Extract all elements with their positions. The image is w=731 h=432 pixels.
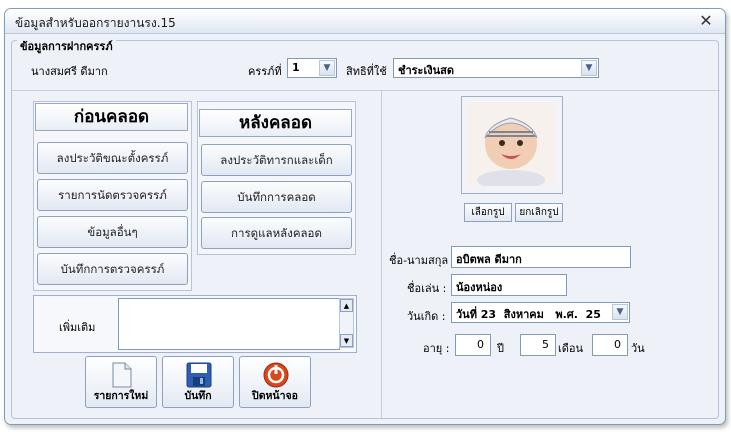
cancel-photo-button[interactable]: ยกเลิกรูป: [515, 203, 563, 222]
child-name-label: ชื่อ-นามสกุล :: [389, 254, 456, 267]
age-label: อายุ :: [423, 342, 450, 355]
memo-panel: เพิ่มเติม ▲ ▼: [33, 295, 357, 353]
rights-label: สิทธิที่ใช้: [346, 65, 387, 78]
close-screen-button[interactable]: ปิดหน้าจอ: [239, 356, 311, 408]
nickname-label: ชื่อเล่น :: [407, 282, 447, 295]
after-birth-title: หลังคลอด: [199, 109, 352, 137]
pregnancy-value: 1: [292, 61, 300, 74]
rights-value: ชำระเงินสด: [398, 64, 454, 77]
save-label: บันทึก: [184, 390, 212, 402]
new-record-button[interactable]: รายการใหม่: [85, 356, 157, 408]
days-unit: วัน: [631, 342, 645, 355]
chevron-down-icon[interactable]: ▼: [319, 60, 335, 76]
close-screen-label: ปิดหน้าจอ: [252, 390, 298, 402]
postpartum-care-button[interactable]: การดูแลหลังคลอด: [201, 217, 352, 249]
infant-history-button[interactable]: ลงประวัติทารกและเด็ก: [201, 144, 352, 176]
delivery-record-button[interactable]: บันทึกการคลอด: [201, 181, 352, 213]
baby-photo: [467, 102, 555, 186]
close-icon[interactable]: ✕: [697, 12, 715, 30]
new-record-label: รายการใหม่: [93, 390, 149, 402]
birthdate-picker[interactable]: วันที่ 23 สิงหาคม พ.ศ. 25 ▼: [451, 302, 630, 323]
memo-label: เพิ่มเติม: [59, 321, 96, 334]
chevron-down-icon[interactable]: ▼: [612, 304, 628, 320]
save-button[interactable]: บันทึก: [162, 356, 234, 408]
pregnancy-label: ครรภ์ที่: [248, 65, 282, 78]
title-bar[interactable]: ข้อมูลสำหรับออกรายงานรง.15 ✕: [5, 9, 725, 34]
memo-textarea[interactable]: [118, 298, 340, 350]
vertical-divider: [381, 90, 382, 418]
prenatal-appointments-button[interactable]: รายการนัดตรวจครรภ์: [37, 179, 188, 211]
horizontal-divider: [12, 90, 720, 91]
memo-scrollbar[interactable]: ▲ ▼: [339, 298, 354, 348]
power-icon: [263, 362, 289, 388]
age-years-field[interactable]: 0: [455, 334, 491, 356]
prenatal-history-button[interactable]: ลงประวัติขณะตั้งครรภ์: [37, 142, 188, 174]
before-birth-title: ก่อนคลอด: [35, 103, 188, 131]
chevron-down-icon[interactable]: ▼: [581, 60, 597, 76]
nickname-field[interactable]: น้องหน่อง: [451, 274, 567, 296]
choose-photo-button[interactable]: เลือกรูป: [464, 203, 512, 222]
document-icon: [112, 362, 132, 388]
group-title: ข้อมูลการฝากครรภ์: [17, 37, 116, 55]
pregnancy-select[interactable]: 1 ▼: [287, 58, 337, 78]
mother-name: นางสมศรี ดีมาก: [31, 65, 108, 78]
other-info-button[interactable]: ข้อมูลอื่นๆ: [37, 216, 188, 248]
age-months-field[interactable]: 5: [520, 334, 556, 356]
scroll-up-icon[interactable]: ▲: [340, 299, 353, 312]
birthdate-label: วันเกิด :: [407, 310, 446, 323]
age-days-field[interactable]: 0: [592, 334, 628, 356]
birthdate-value: วันที่ 23 สิงหาคม พ.ศ. 25: [456, 308, 601, 321]
floppy-disk-icon: [186, 362, 212, 388]
child-photo-frame: [461, 96, 563, 194]
window-title: ข้อมูลสำหรับออกรายงานรง.15: [15, 16, 176, 30]
scroll-down-icon[interactable]: ▼: [340, 334, 353, 347]
rights-select[interactable]: ชำระเงินสด ▼: [393, 58, 599, 78]
months-unit: เดือน: [558, 342, 584, 355]
years-unit: ปี: [497, 342, 504, 355]
child-name-field[interactable]: อบิตพล ดีมาก: [451, 246, 631, 268]
prenatal-exam-record-button[interactable]: บันทึกการตรวจครรภ์: [37, 253, 188, 285]
